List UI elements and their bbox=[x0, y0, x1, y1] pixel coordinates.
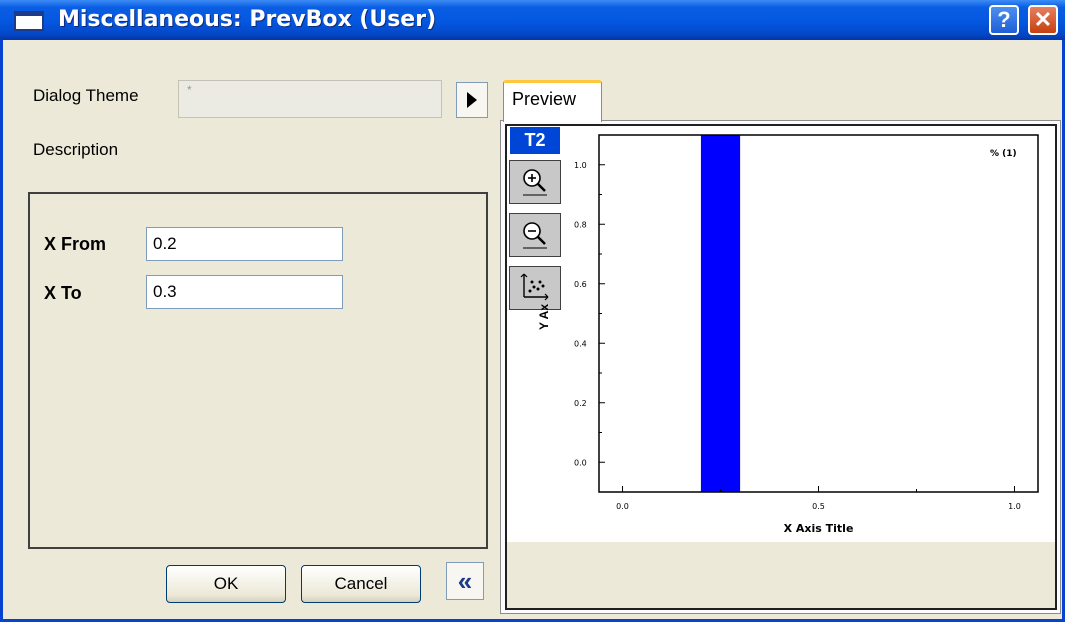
zoom-out-icon bbox=[523, 222, 547, 249]
x-from-label: X From bbox=[44, 234, 107, 254]
x-from-input[interactable] bbox=[146, 227, 343, 261]
window-icon bbox=[14, 11, 44, 31]
x-to-label: X To bbox=[44, 283, 82, 303]
graph-page-margin bbox=[507, 542, 1055, 608]
tab-preview[interactable]: Preview bbox=[503, 80, 602, 122]
dialog-window: Miscellaneous: PrevBox (User) ? ✕ Dialog… bbox=[0, 0, 1065, 622]
help-button[interactable]: ? bbox=[989, 5, 1019, 35]
cancel-button[interactable]: Cancel bbox=[301, 565, 421, 603]
ok-button[interactable]: OK bbox=[166, 565, 286, 603]
dialog-theme-label: Dialog Theme bbox=[33, 86, 139, 105]
dialog-theme-field[interactable]: * bbox=[178, 80, 442, 118]
arrow-right-icon bbox=[467, 92, 477, 108]
x-to-input[interactable] bbox=[146, 275, 343, 309]
title-bar[interactable]: Miscellaneous: PrevBox (User) ? ✕ bbox=[0, 0, 1065, 40]
zoom-in-icon bbox=[523, 169, 547, 196]
rescale-icon bbox=[520, 273, 549, 301]
description-label: Description bbox=[33, 140, 119, 159]
zoom-in-button[interactable] bbox=[509, 160, 561, 204]
close-button[interactable]: ✕ bbox=[1028, 5, 1058, 35]
collapse-button[interactable]: « bbox=[446, 562, 484, 600]
layer-button[interactable]: T2 bbox=[510, 127, 560, 154]
rescale-button[interactable] bbox=[509, 266, 561, 310]
zoom-out-button[interactable] bbox=[509, 213, 561, 257]
y-axis-title: Y Ax bbox=[537, 303, 551, 330]
theme-menu-button[interactable] bbox=[456, 82, 488, 118]
graph-frame bbox=[505, 124, 1057, 610]
window-title: Miscellaneous: PrevBox (User) bbox=[58, 7, 437, 32]
